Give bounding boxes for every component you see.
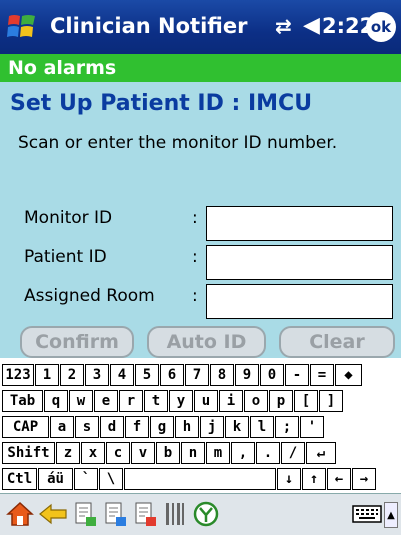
- title-bar: Clinician Notifier ⇄ ◀ 2:22 ok: [0, 0, 401, 54]
- key-k[interactable]: k: [225, 416, 249, 438]
- instructions-text: Scan or enter the monitor ID number.: [18, 133, 338, 153]
- key-a[interactable]: a: [50, 416, 74, 438]
- monitor-id-label: Monitor ID: [24, 208, 113, 228]
- key-w[interactable]: w: [69, 390, 93, 412]
- form-panel: Set Up Patient ID : IMCU Scan or enter t…: [0, 82, 401, 358]
- y-circle-icon[interactable]: [192, 500, 220, 528]
- key-6[interactable]: 6: [160, 364, 184, 386]
- key-`[interactable]: `: [74, 468, 98, 490]
- backspace-key[interactable]: ◆: [335, 364, 362, 386]
- key-x[interactable]: x: [81, 442, 105, 464]
- key--[interactable]: -: [285, 364, 309, 386]
- key-7[interactable]: 7: [185, 364, 209, 386]
- document-icon-2[interactable]: [102, 500, 128, 528]
- key-'[interactable]: ': [300, 416, 324, 438]
- home-icon[interactable]: [6, 500, 34, 528]
- alarm-status-bar: No alarms: [0, 54, 401, 82]
- auto-id-button[interactable]: Auto ID: [147, 326, 266, 358]
- key-d[interactable]: d: [100, 416, 124, 438]
- key-o[interactable]: o: [244, 390, 268, 412]
- key-e[interactable]: e: [94, 390, 118, 412]
- colon: :: [192, 286, 198, 306]
- colon: :: [192, 208, 198, 228]
- key-v[interactable]: v: [131, 442, 155, 464]
- key-,[interactable]: ,: [231, 442, 255, 464]
- key-r[interactable]: r: [119, 390, 143, 412]
- key-z[interactable]: z: [56, 442, 80, 464]
- connectivity-icon[interactable]: ⇄: [275, 14, 292, 38]
- key-b[interactable]: b: [156, 442, 180, 464]
- patient-id-label: Patient ID: [24, 247, 107, 267]
- keyboard-icon[interactable]: [352, 500, 382, 528]
- key-s[interactable]: s: [75, 416, 99, 438]
- monitor-id-input[interactable]: [206, 206, 393, 241]
- tab-key[interactable]: Tab: [2, 390, 43, 412]
- assigned-room-label: Assigned Room: [24, 286, 155, 306]
- confirm-button[interactable]: Confirm: [20, 326, 134, 358]
- down-arrow-key[interactable]: ↓: [277, 468, 301, 490]
- key-=[interactable]: =: [310, 364, 334, 386]
- key-g[interactable]: g: [150, 416, 174, 438]
- patient-id-input[interactable]: [206, 245, 393, 280]
- assigned-room-input[interactable]: [206, 284, 393, 319]
- key-h[interactable]: h: [175, 416, 199, 438]
- document-icon-3[interactable]: [132, 500, 158, 528]
- key-f[interactable]: f: [125, 416, 149, 438]
- key-8[interactable]: 8: [210, 364, 234, 386]
- key-9[interactable]: 9: [235, 364, 259, 386]
- key-t[interactable]: t: [144, 390, 168, 412]
- colon: :: [192, 247, 198, 267]
- key-0[interactable]: 0: [260, 364, 284, 386]
- input-panel-arrow[interactable]: ▲: [384, 502, 398, 528]
- key-4[interactable]: 4: [110, 364, 134, 386]
- soft-keyboard: 123 1 2 3 4 5 6 7 8 9 0- = ◆ Tab q w e r t y u i o p[] CAP a s d f g h…: [0, 362, 401, 492]
- key-j[interactable]: j: [200, 416, 224, 438]
- clear-button[interactable]: Clear: [279, 326, 395, 358]
- key-i[interactable]: i: [219, 390, 243, 412]
- key-m[interactable]: m: [206, 442, 230, 464]
- shift-key[interactable]: Shift: [2, 442, 55, 464]
- document-icon[interactable]: [72, 500, 98, 528]
- page-title: Set Up Patient ID : IMCU: [10, 91, 313, 116]
- key-y[interactable]: y: [169, 390, 193, 412]
- numeric-mode-key[interactable]: 123: [2, 364, 34, 386]
- up-arrow-key[interactable]: ↑: [302, 468, 326, 490]
- right-arrow-key[interactable]: →: [352, 468, 376, 490]
- key-1[interactable]: 1: [35, 364, 59, 386]
- space-key[interactable]: [124, 468, 276, 490]
- caps-lock-key[interactable]: CAP: [2, 416, 49, 438]
- ctrl-key[interactable]: Ctl: [2, 468, 37, 490]
- left-arrow-key[interactable]: ←: [327, 468, 351, 490]
- app-title: Clinician Notifier: [50, 14, 248, 38]
- key-l[interactable]: l: [250, 416, 274, 438]
- key-p[interactable]: p: [269, 390, 293, 412]
- key-3[interactable]: 3: [85, 364, 109, 386]
- key-[[interactable]: [: [294, 390, 318, 412]
- back-arrow-icon[interactable]: [38, 500, 68, 528]
- barcode-icon[interactable]: [164, 500, 186, 528]
- taskbar: ▲: [0, 493, 401, 535]
- volume-icon[interactable]: ◀: [303, 13, 320, 38]
- key-][interactable]: ]: [319, 390, 343, 412]
- enter-key[interactable]: ↵: [306, 442, 336, 464]
- key-5[interactable]: 5: [135, 364, 159, 386]
- key-q[interactable]: q: [44, 390, 68, 412]
- key-;[interactable]: ;: [275, 416, 299, 438]
- key-u[interactable]: u: [194, 390, 218, 412]
- key-.[interactable]: .: [256, 442, 280, 464]
- accent-key[interactable]: áü: [38, 468, 73, 490]
- ok-button[interactable]: ok: [366, 12, 396, 42]
- key-\[interactable]: \: [99, 468, 123, 490]
- key-2[interactable]: 2: [60, 364, 84, 386]
- key-/[interactable]: /: [281, 442, 305, 464]
- key-n[interactable]: n: [181, 442, 205, 464]
- windows-start-icon[interactable]: [6, 11, 38, 43]
- key-c[interactable]: c: [106, 442, 130, 464]
